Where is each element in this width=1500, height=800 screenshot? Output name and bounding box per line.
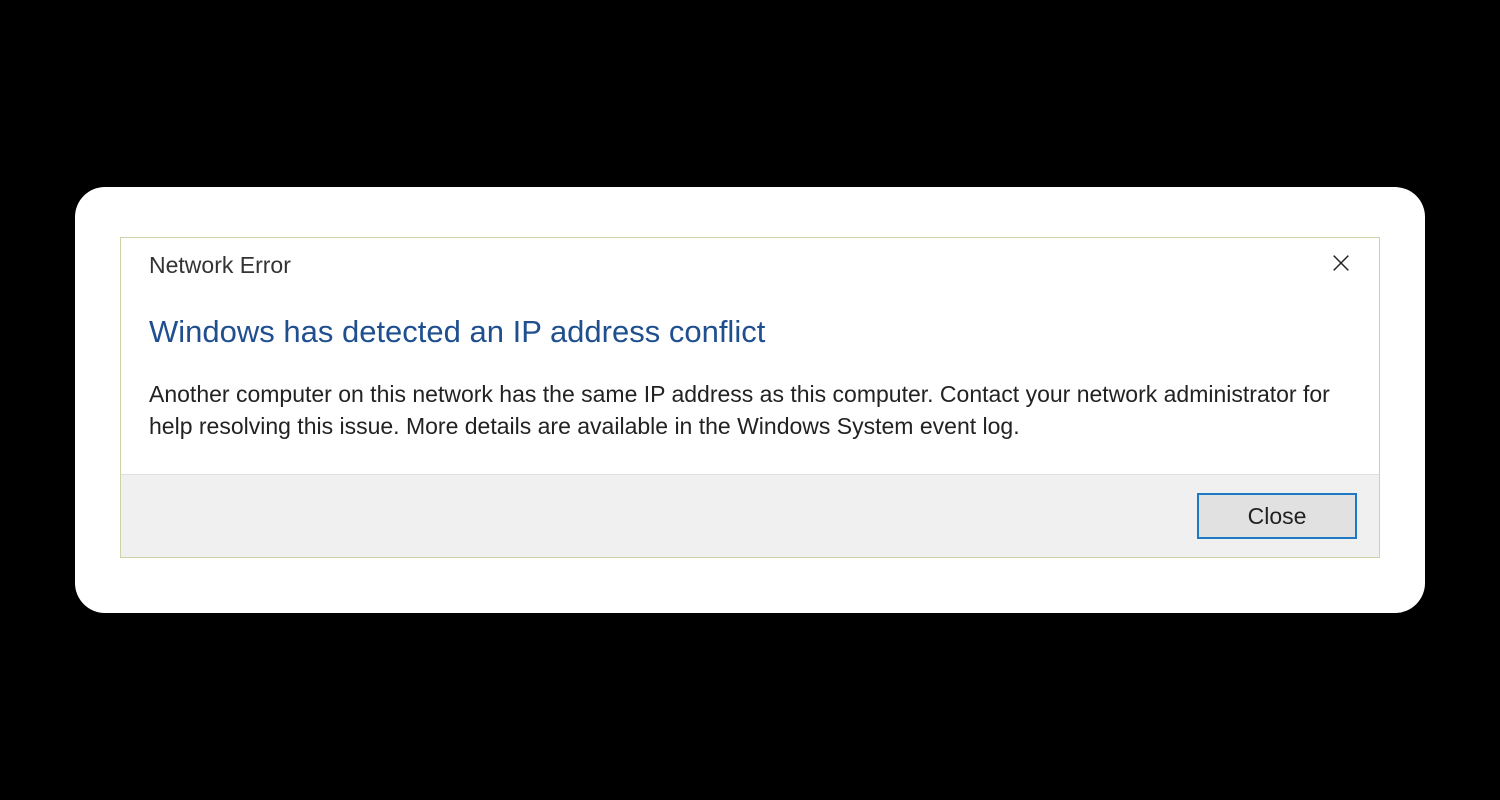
dialog-title: Network Error [149,252,291,279]
dialog-card: Network Error Windows has detected an IP… [75,187,1425,613]
dialog-content: Windows has detected an IP address confl… [121,294,1379,474]
close-button-x[interactable] [1321,248,1361,284]
error-dialog: Network Error Windows has detected an IP… [120,237,1380,558]
dialog-body-text: Another computer on this network has the… [149,378,1351,442]
close-icon [1330,252,1352,279]
dialog-titlebar: Network Error [121,238,1379,294]
close-button[interactable]: Close [1197,493,1357,539]
dialog-headline: Windows has detected an IP address confl… [149,314,1351,350]
dialog-footer: Close [121,474,1379,557]
